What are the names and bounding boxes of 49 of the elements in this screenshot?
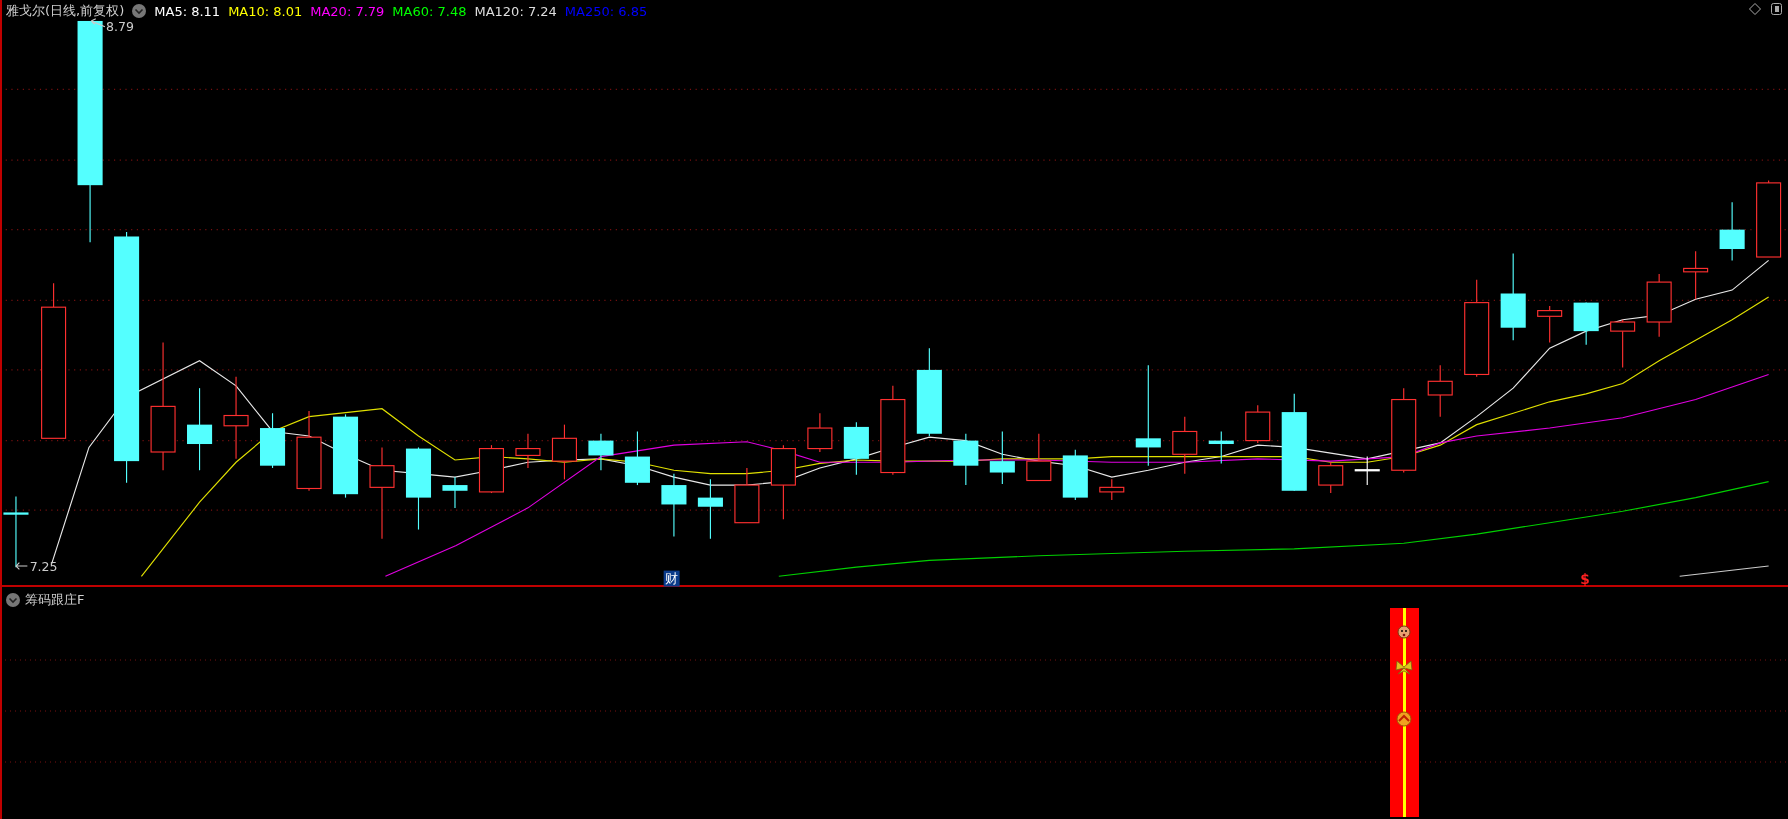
- rising-candle: [478, 444, 504, 494]
- moving-average-legend: MA60: 7.48: [392, 3, 467, 19]
- rising-candle: [1172, 416, 1198, 475]
- low-price-label: 7.25: [29, 558, 58, 574]
- arrow-icon: [90, 18, 106, 28]
- rising-candle: [1610, 319, 1636, 369]
- rising-candle: [1427, 364, 1453, 418]
- falling-candle: [1208, 430, 1234, 464]
- falling-candle: [588, 433, 614, 471]
- butterfly-icon: [1395, 660, 1413, 675]
- falling-candle: [697, 478, 723, 540]
- rising-candle: [1683, 250, 1709, 300]
- indicator-title: 筹码跟庄F: [25, 591, 85, 609]
- falling-candle: [260, 412, 286, 469]
- rising-candle: [1099, 478, 1125, 501]
- chart-title: 雅戈尔(日线,前复权): [6, 2, 125, 20]
- falling-candle: [624, 430, 650, 486]
- rising-candle: [1646, 273, 1672, 338]
- dividend-marker[interactable]: $: [1580, 571, 1590, 587]
- diamond-icon[interactable]: [1749, 3, 1761, 15]
- rising-candle: [1245, 404, 1271, 444]
- face-icon: [1397, 625, 1411, 639]
- falling-candle: [1719, 201, 1745, 261]
- doji-candle: [1354, 456, 1380, 486]
- rising-candle: [1318, 461, 1344, 494]
- arrow-icon: [15, 562, 28, 571]
- rising-candle: [1026, 433, 1052, 482]
- moving-average-legend: MA120: 7.24: [474, 3, 557, 19]
- moving-average-legend: MA10: 8.01: [228, 3, 303, 19]
- rising-candle: [807, 412, 833, 453]
- rising-candle: [551, 424, 577, 480]
- falling-candle: [442, 476, 468, 509]
- panel-toggle-icon[interactable]: [1771, 3, 1782, 15]
- dropdown-icon[interactable]: [6, 593, 20, 607]
- moving-average-legend: MA250: 6.85: [564, 3, 648, 19]
- rising-candle: [515, 433, 541, 469]
- finance-marker[interactable]: 财: [663, 570, 680, 587]
- falling-candle: [989, 430, 1015, 485]
- moving-average-legend: MA20: 7.79: [310, 3, 385, 19]
- high-price-label: 8.79: [106, 19, 134, 35]
- falling-candle: [661, 473, 687, 537]
- falling-candle: [843, 421, 869, 476]
- dropdown-icon[interactable]: [132, 4, 147, 18]
- rising-candle: [734, 467, 760, 524]
- rising-candle: [1537, 305, 1563, 344]
- moving-average-legend: MA5: 8.11: [154, 3, 221, 19]
- falling-candle: [1573, 302, 1599, 346]
- falling-candle: [1062, 449, 1088, 501]
- falling-candle: [953, 433, 979, 486]
